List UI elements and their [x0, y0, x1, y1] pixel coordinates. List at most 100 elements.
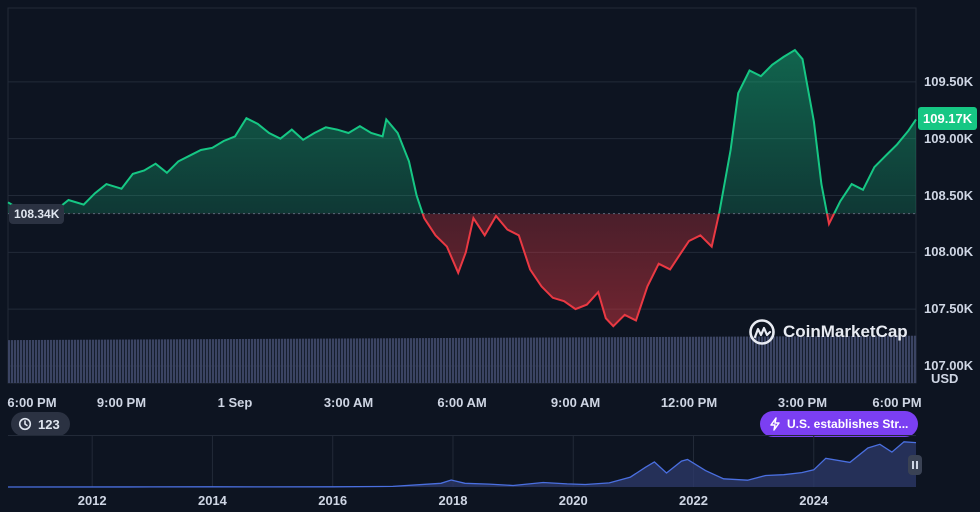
volume-bar — [740, 336, 743, 383]
volume-bar — [365, 338, 368, 383]
volume-bar — [428, 338, 431, 383]
volume-bar — [11, 340, 14, 383]
volume-bar — [608, 337, 611, 383]
volume-bar — [131, 339, 134, 383]
volume-bar — [515, 337, 518, 383]
volume-bar — [29, 339, 32, 383]
navigator-tick-label: 2012 — [77, 493, 107, 508]
x-tick-label: 3:00 PM — [777, 395, 828, 410]
volume-bar — [311, 338, 314, 383]
volume-bar — [275, 338, 278, 383]
y-tick-label: 109.50K — [924, 73, 974, 89]
volume-bar — [392, 338, 395, 383]
volume-bar — [203, 339, 206, 383]
volume-bar — [80, 339, 83, 383]
volume-bar — [209, 339, 212, 383]
news-event-text: U.S. establishes Str... — [787, 417, 909, 431]
volume-bar — [617, 337, 620, 383]
volume-bar — [677, 336, 680, 383]
volume-bar — [92, 339, 95, 383]
volume-bar — [257, 338, 260, 383]
y-tick-label: 108.50K — [924, 187, 974, 203]
volume-bar — [56, 339, 59, 383]
volume-bar — [452, 337, 455, 383]
volume-bar — [539, 337, 542, 383]
volume-bar — [104, 339, 107, 383]
volume-bar — [725, 336, 728, 383]
history-icon — [18, 417, 32, 431]
volume-bar — [155, 339, 158, 383]
volume-bar — [53, 339, 56, 383]
volume-bar — [263, 338, 266, 383]
news-event-button[interactable]: U.S. establishes Str... — [760, 411, 919, 437]
volume-bar — [422, 338, 425, 383]
volume-bar — [290, 338, 293, 383]
volume-bar — [158, 339, 161, 383]
volume-bar — [689, 336, 692, 383]
history-navigator[interactable] — [0, 435, 980, 490]
x-tick-label: 9:00 PM — [96, 395, 147, 410]
volume-bar — [341, 338, 344, 383]
volume-bar — [134, 339, 137, 383]
volume-bar — [524, 337, 527, 383]
volume-bar — [644, 337, 647, 383]
volume-bar — [566, 337, 569, 383]
volume-bar — [650, 336, 653, 383]
volume-bar — [41, 339, 44, 383]
volume-bar — [635, 337, 638, 383]
volume-bar — [548, 337, 551, 383]
volume-bar — [533, 337, 536, 383]
volume-bar — [215, 339, 218, 383]
volume-bar — [407, 338, 410, 383]
volume-bar — [665, 336, 668, 383]
volume-bar — [386, 338, 389, 383]
volume-bar — [662, 336, 665, 383]
volume-bar — [236, 338, 239, 383]
volume-bar — [638, 337, 641, 383]
volume-bar — [224, 339, 227, 383]
volume-bar — [911, 335, 914, 383]
volume-bar — [221, 339, 224, 383]
volume-bar — [470, 337, 473, 383]
volume-bar — [455, 337, 458, 383]
events-toggle-button[interactable]: 123 — [11, 412, 70, 436]
volume-bar — [179, 339, 182, 383]
volume-bar — [482, 337, 485, 383]
price-area-up — [8, 50, 916, 214]
volume-bar — [389, 338, 392, 383]
volume-bar — [401, 338, 404, 383]
volume-bar — [164, 339, 167, 383]
volume-bar — [419, 338, 422, 383]
volume-bar — [128, 339, 131, 383]
volume-bar — [542, 337, 545, 383]
volume-bar — [503, 337, 506, 383]
volume-bar — [14, 340, 17, 383]
volume-bar — [302, 338, 305, 383]
volume-bar — [50, 339, 53, 383]
x-tick-label: 9:00 AM — [550, 395, 601, 410]
volume-bar — [674, 336, 677, 383]
volume-bar — [629, 337, 632, 383]
volume-bar — [107, 339, 110, 383]
volume-bar — [140, 339, 143, 383]
volume-bar — [242, 338, 245, 383]
x-tick-label: 3:00 AM — [323, 395, 374, 410]
volume-bar — [500, 337, 503, 383]
volume-bar — [683, 336, 686, 383]
volume-bar — [467, 337, 470, 383]
volume-bar — [167, 339, 170, 383]
volume-bar — [404, 338, 407, 383]
volume-bar — [218, 339, 221, 383]
volume-bar — [8, 340, 11, 383]
volume-bar — [26, 340, 29, 383]
volume-bar — [707, 336, 710, 383]
volume-bar — [101, 339, 104, 383]
volume-bar — [380, 338, 383, 383]
volume-bar — [323, 338, 326, 383]
volume-bar — [89, 339, 92, 383]
pause-button[interactable] — [908, 455, 922, 475]
volume-bar — [143, 339, 146, 383]
volume-bar — [413, 338, 416, 383]
navigator-tick-label: 2016 — [318, 493, 348, 508]
volume-bar — [230, 339, 233, 383]
